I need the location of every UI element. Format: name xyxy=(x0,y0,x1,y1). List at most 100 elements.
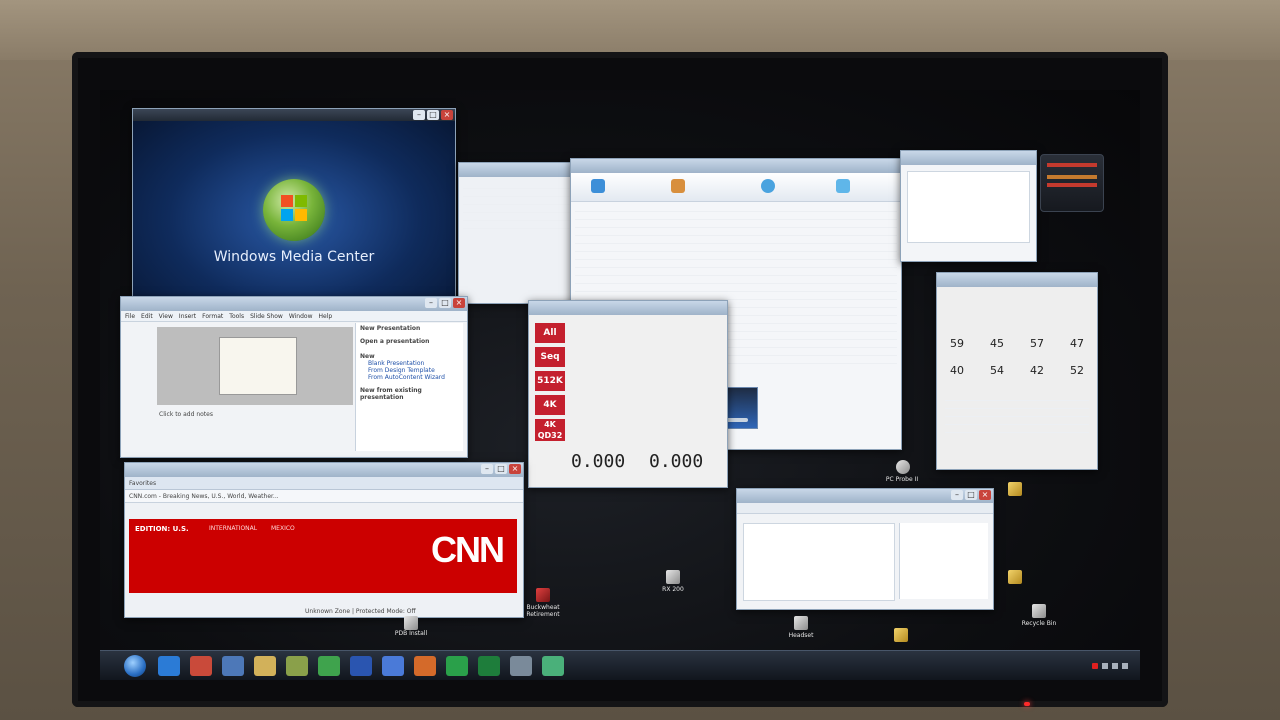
slide-canvas[interactable] xyxy=(157,327,353,405)
power-led xyxy=(1024,702,1030,706)
toolbar-icon[interactable] xyxy=(761,179,775,193)
settings-dialog[interactable] xyxy=(458,162,580,304)
buckwheat-icon[interactable] xyxy=(536,588,550,602)
document-task-pane[interactable] xyxy=(899,523,988,599)
word-taskbar-icon[interactable] xyxy=(350,656,372,676)
presentation-titlebar[interactable]: – □ × xyxy=(121,297,467,311)
minimize-icon[interactable]: – xyxy=(481,464,493,474)
close-icon[interactable]: × xyxy=(509,464,521,474)
settings-titlebar[interactable] xyxy=(459,163,579,177)
temp-reading: 40 xyxy=(950,364,964,377)
diskmark-window[interactable]: All Seq 512K 4K 4K QD32 0.000 0.000 xyxy=(528,300,728,488)
presentation-menubar[interactable]: File Edit View Insert Format Tools Slide… xyxy=(121,311,467,322)
toolbar-icon[interactable] xyxy=(836,179,850,193)
tray-red-icon[interactable] xyxy=(1092,663,1098,669)
minimize-icon[interactable]: – xyxy=(413,110,425,120)
wmc-titlebar[interactable]: – □ × xyxy=(133,109,455,121)
wmc-taskbar-icon[interactable] xyxy=(222,656,244,676)
office-taskbar-icon[interactable] xyxy=(414,656,436,676)
start-orb-icon[interactable] xyxy=(124,655,146,677)
new-item-wizard[interactable]: From AutoContent Wizard xyxy=(368,374,459,381)
temp-reading: 59 xyxy=(950,337,964,350)
tray-icon[interactable] xyxy=(1122,663,1128,669)
cpu-meter-gadget[interactable] xyxy=(1040,154,1104,212)
writer-window[interactable] xyxy=(900,150,1037,262)
media-app-titlebar[interactable] xyxy=(571,159,901,173)
pdb-install-icon[interactable] xyxy=(404,616,418,630)
open-heading: Open a presentation xyxy=(360,338,430,345)
new-item-template[interactable]: From Design Template xyxy=(368,367,459,374)
diskmark-seq-label[interactable]: Seq xyxy=(535,347,565,367)
task-pane[interactable]: New Presentation Open a presentation New… xyxy=(355,323,463,451)
buckwheat-label: Buckwheat Retirement xyxy=(526,604,560,618)
menu-insert[interactable]: Insert xyxy=(179,313,196,320)
excel-taskbar-icon[interactable] xyxy=(478,656,500,676)
menu-view[interactable]: View xyxy=(159,313,173,320)
coretemp-titlebar[interactable] xyxy=(937,273,1097,287)
temp-reading: 52 xyxy=(1070,364,1084,377)
folder-icon[interactable] xyxy=(1008,482,1022,496)
ie-icon[interactable] xyxy=(158,656,180,676)
menu-tools[interactable]: Tools xyxy=(229,313,244,320)
explorer-icon[interactable] xyxy=(190,656,212,676)
browser-titlebar[interactable]: – □ × xyxy=(125,463,523,477)
edition-label[interactable]: EDITION: U.S. xyxy=(135,525,189,533)
toolbar-icon[interactable] xyxy=(671,179,685,193)
document-titlebar[interactable]: – □ × xyxy=(737,489,993,503)
folder-icon[interactable] xyxy=(894,628,908,642)
pdb-install-label: PDB Install xyxy=(394,630,428,637)
notes-placeholder[interactable]: Click to add notes xyxy=(159,411,213,418)
folder-taskbar-icon[interactable] xyxy=(254,656,276,676)
media-taskbar-icon[interactable] xyxy=(286,656,308,676)
menu-slideshow[interactable]: Slide Show xyxy=(250,313,283,320)
menu-help[interactable]: Help xyxy=(319,313,333,320)
close-icon[interactable]: × xyxy=(979,490,991,500)
maximize-icon[interactable]: □ xyxy=(965,490,977,500)
tray-icon[interactable] xyxy=(1102,663,1108,669)
close-icon[interactable]: × xyxy=(453,298,465,308)
toolbar-icon[interactable] xyxy=(591,179,605,193)
maximize-icon[interactable]: □ xyxy=(495,464,507,474)
new-item-blank[interactable]: Blank Presentation xyxy=(368,360,459,367)
edition-link-mexico[interactable]: MEXICO xyxy=(271,525,295,532)
recycle-bin-icon[interactable] xyxy=(1032,604,1046,618)
menu-window[interactable]: Window xyxy=(289,313,313,320)
wall-background xyxy=(0,0,1280,60)
diskmark-all-button[interactable]: All xyxy=(535,323,565,343)
diskmark-512k-label[interactable]: 512K xyxy=(535,371,565,391)
coretemp-window[interactable]: 59 45 57 47 40 54 42 52 xyxy=(936,272,1098,470)
diskmark-4kqd32-label[interactable]: 4K QD32 xyxy=(535,419,565,441)
menu-edit[interactable]: Edit xyxy=(141,313,153,320)
maximize-icon[interactable]: □ xyxy=(427,110,439,120)
diskmark-4k-label[interactable]: 4K xyxy=(535,395,565,415)
maximize-icon[interactable]: □ xyxy=(439,298,451,308)
presentation-window[interactable]: – □ × File Edit View Insert Format Tools S… xyxy=(120,296,468,458)
xls-taskbar-icon[interactable] xyxy=(446,656,468,676)
rx200-icon[interactable] xyxy=(666,570,680,584)
close-icon[interactable]: × xyxy=(441,110,453,120)
wmc-window[interactable]: – □ × Windows Media Center xyxy=(132,108,456,310)
minimize-icon[interactable]: – xyxy=(951,490,963,500)
edition-link-intl[interactable]: INTERNATIONAL xyxy=(209,525,257,532)
pc-probe-icon[interactable] xyxy=(896,460,910,474)
cpuz-taskbar-icon[interactable] xyxy=(318,656,340,676)
headset-icon[interactable] xyxy=(794,616,808,630)
favorites-button[interactable]: Favorites xyxy=(129,480,156,487)
document-window[interactable]: – □ × xyxy=(736,488,994,610)
browser-tab[interactable]: CNN.com - Breaking News, U.S., World, We… xyxy=(129,493,279,500)
diskmark-titlebar[interactable] xyxy=(529,301,727,315)
browser-window[interactable]: – □ × Favorites CNN.com - Breaking News, U… xyxy=(124,462,524,618)
messenger-taskbar-icon[interactable] xyxy=(382,656,404,676)
tray-icon[interactable] xyxy=(1112,663,1118,669)
folder-icon[interactable] xyxy=(1008,570,1022,584)
menu-file[interactable]: File xyxy=(125,313,135,320)
cdm-taskbar-icon[interactable] xyxy=(510,656,532,676)
monitor-taskbar-icon[interactable] xyxy=(542,656,564,676)
slide-thumbnail[interactable] xyxy=(219,337,297,395)
system-tray[interactable] xyxy=(1022,657,1132,675)
minimize-icon[interactable]: – xyxy=(425,298,437,308)
document-page[interactable] xyxy=(743,523,895,601)
menu-format[interactable]: Format xyxy=(202,313,223,320)
writer-titlebar[interactable] xyxy=(901,151,1036,165)
cnn-logo[interactable]: CNN xyxy=(431,529,505,571)
